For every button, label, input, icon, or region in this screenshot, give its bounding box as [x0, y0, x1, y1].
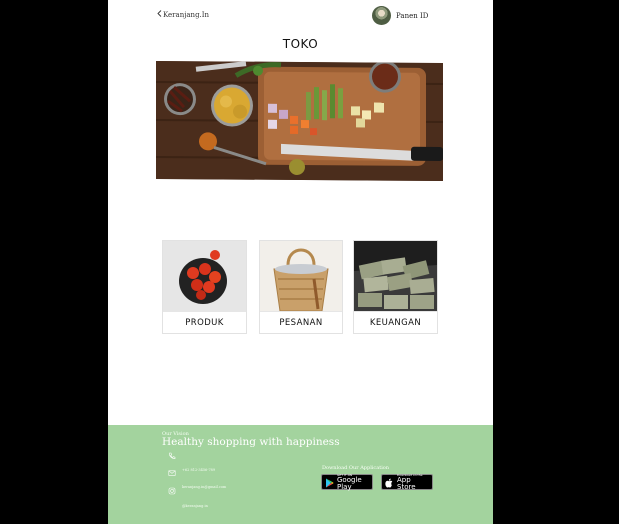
- apple-icon: [385, 473, 394, 492]
- app-store-big: App Store: [397, 475, 416, 491]
- keuangan-image: [354, 241, 437, 311]
- pesanan-image: [260, 241, 342, 311]
- back-link[interactable]: Keranjang.In: [157, 10, 209, 19]
- produk-image: [163, 241, 246, 311]
- footer-tagline: Healthy shopping with happiness: [162, 436, 340, 448]
- chevron-left-icon: [157, 10, 162, 19]
- google-play-icon: [325, 473, 334, 492]
- hero-image: [156, 60, 443, 182]
- page: Keranjang.In Panen ID TOKO PRODUK PESANA…: [108, 0, 493, 524]
- card-label: KEUANGAN: [354, 311, 437, 333]
- card-produk[interactable]: PRODUK: [162, 240, 247, 334]
- back-link-label: Keranjang.In: [163, 10, 210, 19]
- email-text[interactable]: keranjang.in@gmail.com: [182, 485, 226, 489]
- phone-icon: [168, 452, 176, 460]
- google-play-button[interactable]: GET IT ON Google Play: [321, 473, 373, 492]
- card-label: PRODUK: [163, 311, 246, 333]
- app-store-button[interactable]: Download on the App Store: [381, 473, 433, 492]
- user-name: Panen ID: [396, 11, 429, 20]
- card-keuangan[interactable]: KEUANGAN: [353, 240, 438, 334]
- phone-text: +62 812-3456-789: [182, 468, 216, 472]
- mail-icon: [168, 469, 176, 477]
- download-label: Download Our Application: [322, 465, 390, 471]
- avatar[interactable]: [372, 6, 391, 25]
- card-pesanan[interactable]: PESANAN: [259, 240, 343, 334]
- instagram-icon: [168, 487, 176, 495]
- footer: Our Vision Healthy shopping with happine…: [108, 425, 493, 524]
- google-play-big: Google Play: [337, 475, 362, 491]
- instagram-text[interactable]: @keranjang.in: [182, 504, 208, 508]
- user-profile[interactable]: Panen ID: [372, 6, 428, 25]
- page-title: TOKO: [282, 37, 319, 51]
- card-label: PESANAN: [260, 311, 342, 333]
